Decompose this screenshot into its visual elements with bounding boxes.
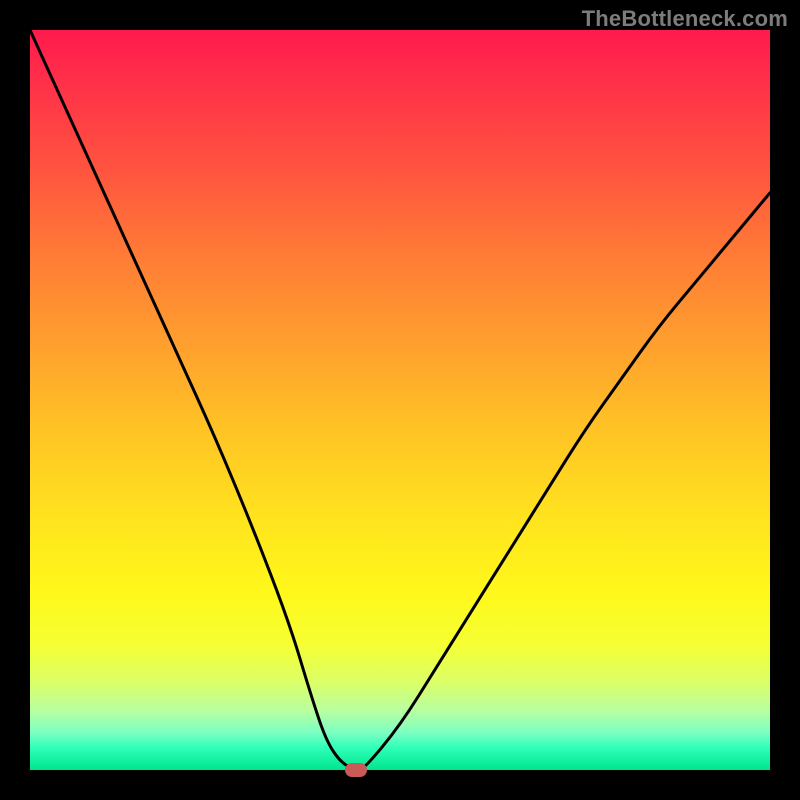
chart-frame: TheBottleneck.com (0, 0, 800, 800)
plot-area (30, 30, 770, 770)
optimum-marker (345, 763, 367, 777)
bottleneck-curve (30, 30, 770, 770)
curve-path (30, 30, 770, 770)
watermark-text: TheBottleneck.com (582, 6, 788, 32)
